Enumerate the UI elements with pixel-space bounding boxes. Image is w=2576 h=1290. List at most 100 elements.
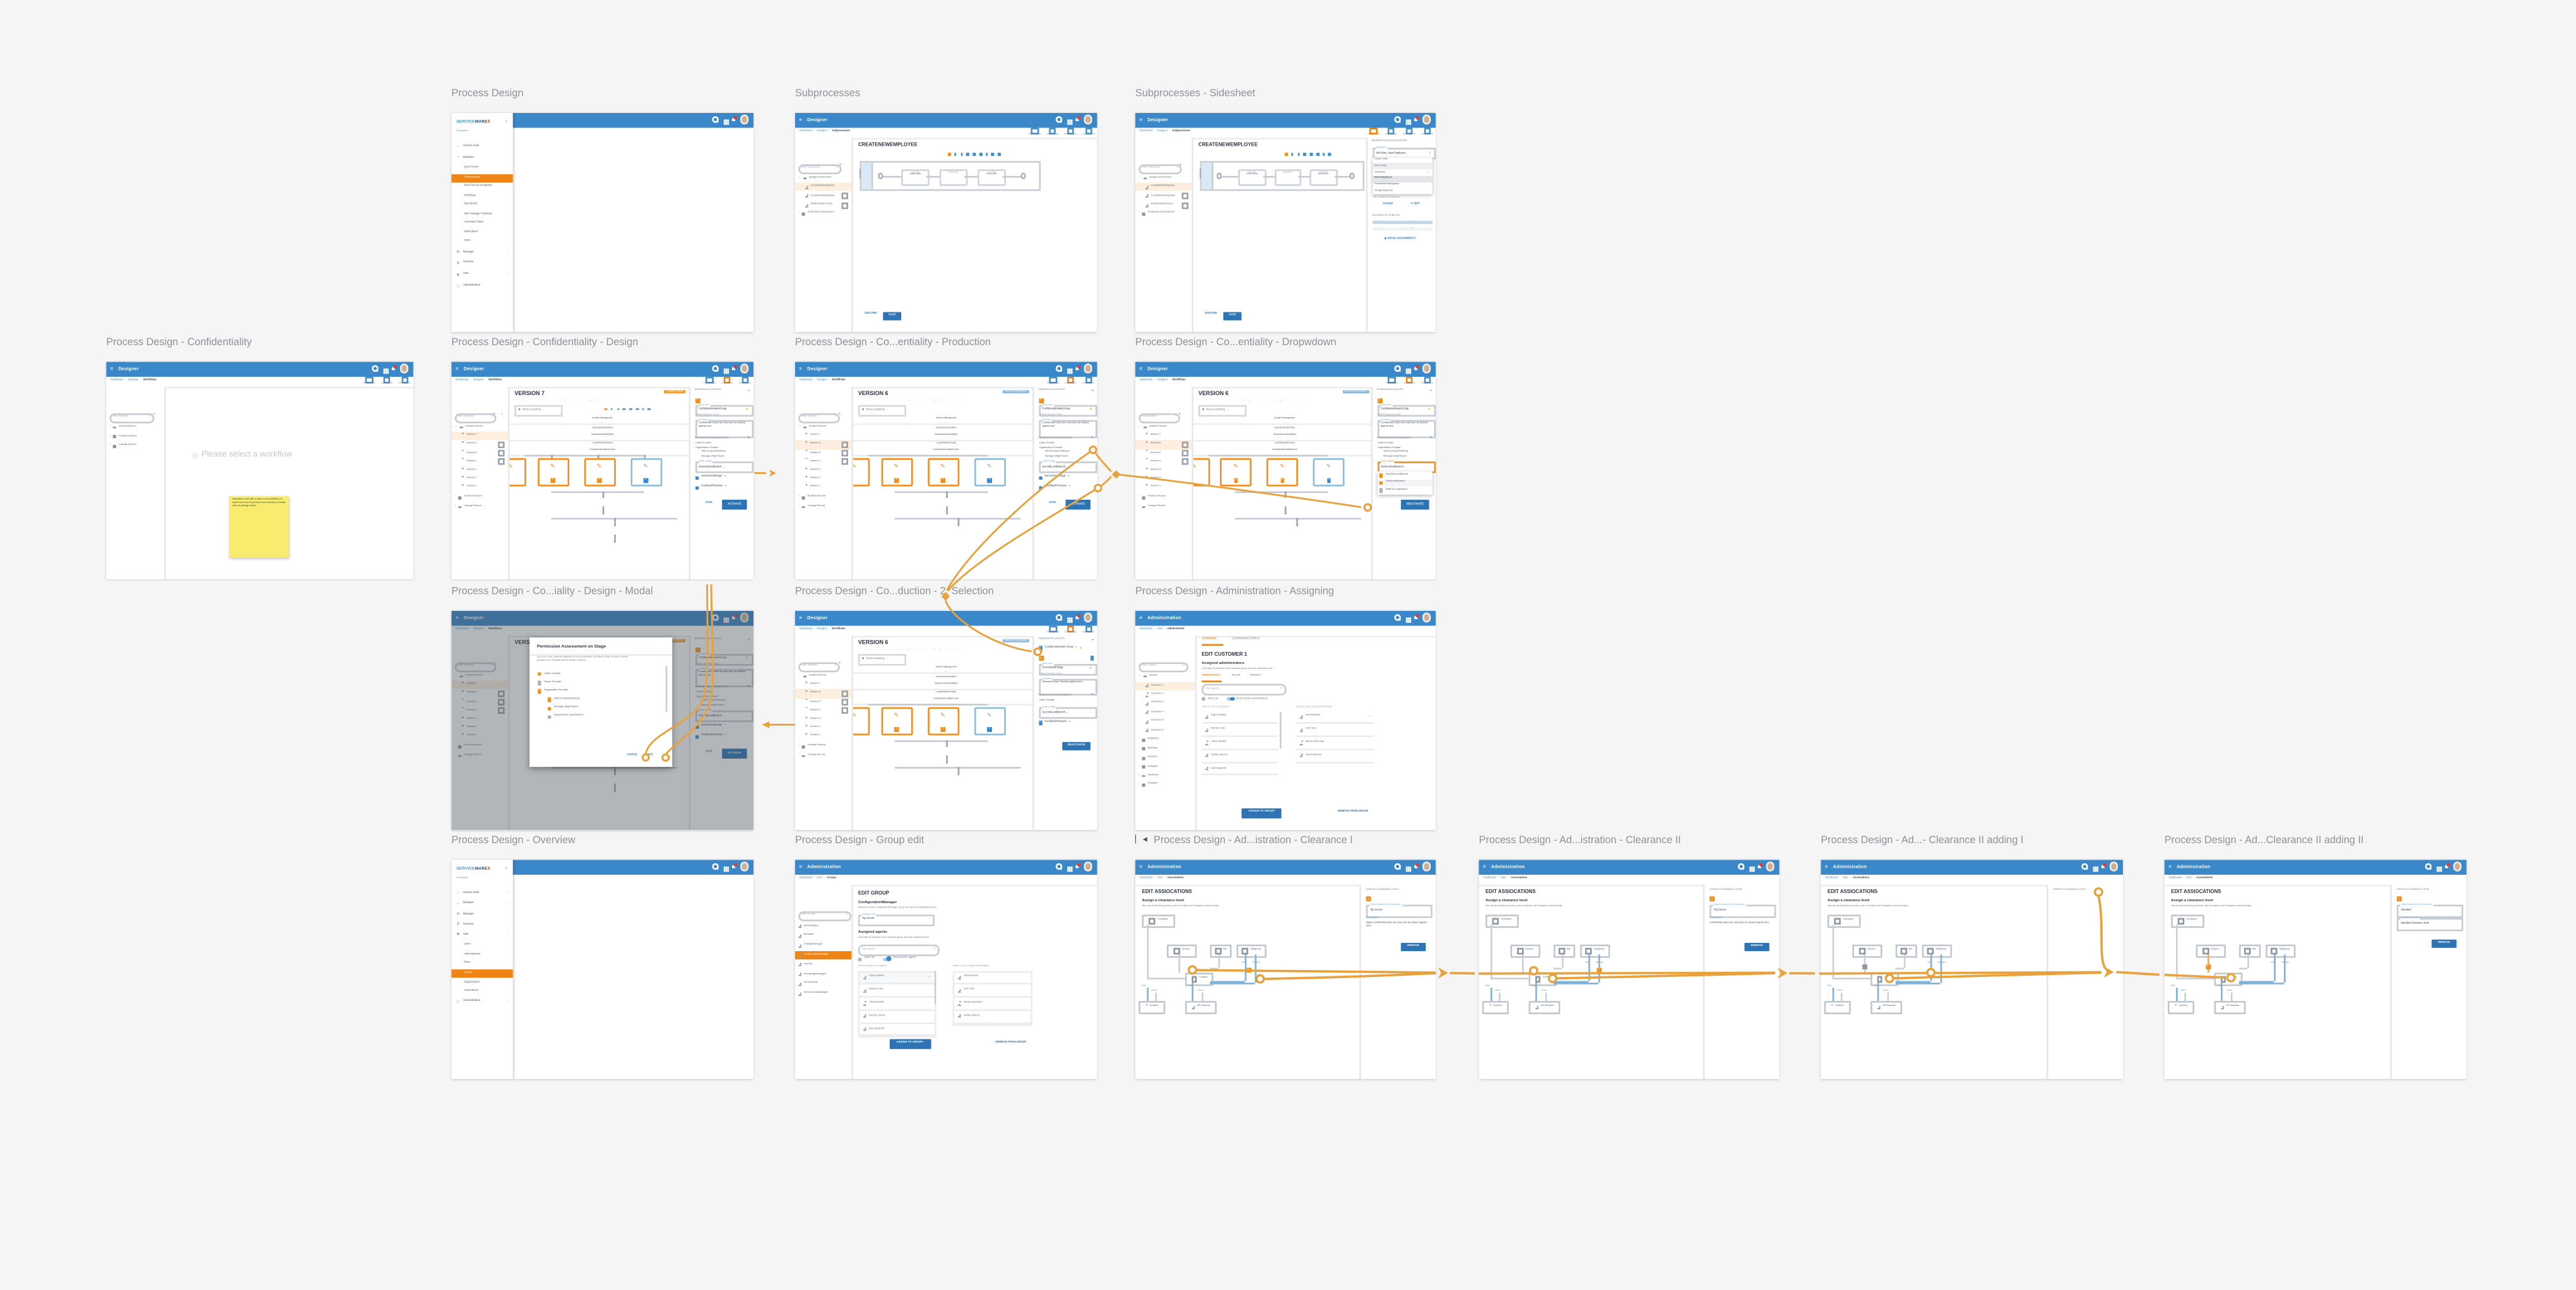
wf-node[interactable]: Incident Management: [936, 418, 957, 420]
tree-folder-change-record[interactable]: ›Change Record: [1135, 503, 1191, 512]
assign-to-stage-select[interactable]: Assign to StageSecondLevelBranch, ...⌄: [1038, 462, 1096, 474]
artboard-confidentiality[interactable]: ≡Designer Dashboard›Designer›Workflows P…: [106, 362, 413, 579]
tree-item-version1[interactable]: ⚑Version 1: [451, 483, 507, 492]
group-row-configurationmanager-selected[interactable]: ConfigurationManager: [795, 951, 851, 960]
group-item-3[interactable]: 3FeedbackReviewer▾: [695, 485, 727, 490]
tree-item-version7[interactable]: ⚑Version 7: [795, 681, 851, 690]
filter-workflow-input[interactable]: Filter Workflow∇: [798, 661, 840, 672]
bpmn-task-collect-data[interactable]: User TaskCollect Data: [901, 169, 930, 186]
wf-node[interactable]: SequenceIncidentMgmt: [1273, 435, 1296, 437]
pencil-icon[interactable]: ✎: [1429, 437, 1433, 441]
bpmn-task-powershell[interactable]: PowerShell: [1274, 169, 1301, 186]
show-everything-select[interactable]: ◉Show everything⌄: [1198, 405, 1246, 416]
artboard-label[interactable]: Process Design - Co...entiality - Produc…: [795, 337, 991, 348]
tab-properties-active[interactable]: PROPERTIES: [1368, 127, 1380, 137]
apps-grid-icon[interactable]: [2436, 867, 2437, 868]
artboard-clearance-2[interactable]: ≡Administration Dashboard›User›Associati…: [1479, 860, 1780, 1079]
check-skill[interactable]: ✓Skill (Contact2SkillGrp): [545, 696, 579, 704]
artboard-label[interactable]: Process Design - Co...iality - Design - …: [451, 586, 653, 597]
menu-icon[interactable]: ≡: [1139, 615, 1142, 620]
add-workflow-button[interactable]: +: [153, 412, 155, 417]
artboard-clearance-adding-1[interactable]: ≡Administration Dashboard›User›Associati…: [1821, 860, 2123, 1079]
artboard-subprocesses-sidesheet[interactable]: ≡Designer Dashboard›Designer›Subprocesse…: [1135, 113, 1436, 332]
branch-card-waitforloop[interactable]: WaitForLoopBr...✎3: [974, 458, 1005, 487]
node-contact[interactable]: Contact: [1870, 973, 1899, 985]
discard-button[interactable]: DISCARD: [865, 314, 877, 316]
star-icon[interactable]: ★: [1079, 646, 1082, 651]
node-site[interactable]: Site: [2239, 945, 2260, 957]
edit-button[interactable]: ✎ EDIT: [1411, 203, 1420, 205]
tree-folder-incident-record[interactable]: ⌄Incident Record: [1135, 423, 1191, 432]
wf-node[interactable]: Operational Workflow: [936, 429, 957, 430]
node-site[interactable]: Site: [1210, 945, 1231, 957]
save-button[interactable]: SAVE: [1049, 503, 1056, 505]
menu-icon[interactable]: ≡: [456, 367, 459, 372]
apps-grid-icon[interactable]: [1405, 867, 1407, 868]
apps-grid-icon[interactable]: [1405, 119, 1407, 121]
save-button[interactable]: SAVE: [1223, 311, 1241, 320]
add-group-button[interactable]: +: [1430, 388, 1433, 393]
add-workflow-button[interactable]: +: [838, 412, 841, 417]
notifications-icon[interactable]: [1076, 616, 1080, 620]
tab-administrate[interactable]: ADMINISTRATE: [1202, 675, 1220, 677]
toggle-on[interactable]: [883, 957, 890, 961]
tree-item-version4[interactable]: ⚑Version 4: [795, 707, 851, 716]
description-field[interactable]: DescriptionStandard Group Security appli…: [1038, 678, 1096, 694]
bpmn-lane[interactable]: LaneName User TaskCollect Data PowerShel…: [860, 161, 1041, 191]
deactivate-button[interactable]: DEACTIVATE: [1062, 741, 1090, 750]
tree-folder-dresden[interactable]: ›Dresden: [1135, 754, 1195, 762]
notifications-icon[interactable]: [1414, 118, 1418, 122]
tree-folder-production-env[interactable]: ›Production Environment: [795, 210, 851, 218]
tree-item-version2[interactable]: ⚑Version 2: [1135, 475, 1191, 484]
tab-properties[interactable]: PROPERTIES: [1047, 376, 1059, 386]
node-contact[interactable]: Contact: [2214, 973, 2243, 985]
wf-node[interactable]: Operational Workflow: [936, 678, 957, 680]
wf-node[interactable]: EvaluationEscalationLevel: [933, 699, 959, 701]
node-skillgroup[interactable]: Skillgroup: [1236, 945, 1266, 957]
list-item[interactable]: Urban Bebbel: [860, 998, 934, 1011]
node-hr-request[interactable]: HR Request: [2214, 1001, 2246, 1014]
add-group-button[interactable]: +: [1091, 388, 1094, 393]
remove-button[interactable]: REMOVE: [1401, 942, 1426, 951]
tree-folder-incident-record[interactable]: ⌄Incident Record: [795, 423, 851, 432]
tree-folder-design-env[interactable]: ⌄Design Environment: [1135, 174, 1191, 183]
wf-node[interactable]: LoopWhileNotClosed: [593, 442, 613, 444]
wf-node[interactable]: SequenceIncidentMgmt: [935, 435, 957, 437]
tree-folder-change-record[interactable]: ›Change Record: [795, 503, 851, 512]
tree-folder-change-record[interactable]: ›Change Record: [795, 752, 851, 760]
tree-item-version5[interactable]: ⚑Version 5: [795, 449, 851, 458]
filter-groups-input[interactable]: Filter Groups∇: [798, 911, 852, 921]
menu-icon[interactable]: ≡: [799, 865, 802, 870]
filter-workflow-input[interactable]: Filter Workflow∇: [1138, 413, 1180, 423]
tab-properties[interactable]: PROPERTIES: [1029, 127, 1041, 137]
modal-scrollbar[interactable]: [666, 665, 667, 711]
list-item[interactable]: Doti Spofforth: [1202, 763, 1278, 776]
tree-folder-problem-record[interactable]: ›Problem Record: [451, 494, 507, 502]
sidebar-item-service-desk[interactable]: ◠Service Desk⌄: [451, 143, 512, 151]
avatar[interactable]: [2453, 862, 2462, 872]
bpmn-lane[interactable]: LaneName User TaskCollect Data PowerShel…: [1200, 161, 1364, 191]
search-icon[interactable]: [1056, 615, 1063, 622]
menu-icon[interactable]: ≡: [799, 367, 802, 372]
sidebar-item-administration[interactable]: ▢Administration⌄: [451, 998, 512, 1007]
tab-data-model[interactable]: DATA MODEL: [1046, 127, 1058, 137]
sidebar-item-subprocesses[interactable]: Subprocesses: [451, 174, 512, 182]
filter-workflow-input[interactable]: Filter Workflow∇: [454, 413, 496, 423]
star-outline-icon[interactable]: ★: [1089, 666, 1092, 671]
artboard-overview[interactable]: SERVICEWARE ✕ Processes ◠Service Desk⌄ <…: [451, 860, 753, 1079]
bpmn-start-event[interactable]: [1217, 173, 1222, 179]
group-badge[interactable]: 1: [1377, 398, 1382, 403]
tab-integration[interactable]: INTEGRATION: [1064, 127, 1077, 137]
tree-folder-change-record[interactable]: ›Change Record: [451, 503, 507, 512]
tree-folder-incident-record[interactable]: ⌄Incident Record: [451, 423, 507, 432]
tab-roles[interactable]: ROLES: [1232, 675, 1241, 677]
node-incident[interactable]: ⚑Incident: [1138, 1001, 1165, 1014]
clearance-level-field[interactable]: Assign Clearance Level to AssociationTop…: [1710, 904, 1776, 917]
wf-node[interactable]: EvaluationEscalationLevel: [933, 449, 959, 451]
search-icon[interactable]: [1395, 863, 1402, 870]
sidebar-item-data-model[interactable]: Data Model: [451, 201, 512, 210]
node-hr-request[interactable]: HR Request: [1185, 1001, 1217, 1014]
tree-item-createnewworkplace[interactable]: CreateNewWorkplace: [795, 183, 851, 192]
artboard-label[interactable]: Subprocesses: [795, 88, 860, 99]
wf-node[interactable]: EvaluationEscalationLevel: [1272, 449, 1297, 451]
